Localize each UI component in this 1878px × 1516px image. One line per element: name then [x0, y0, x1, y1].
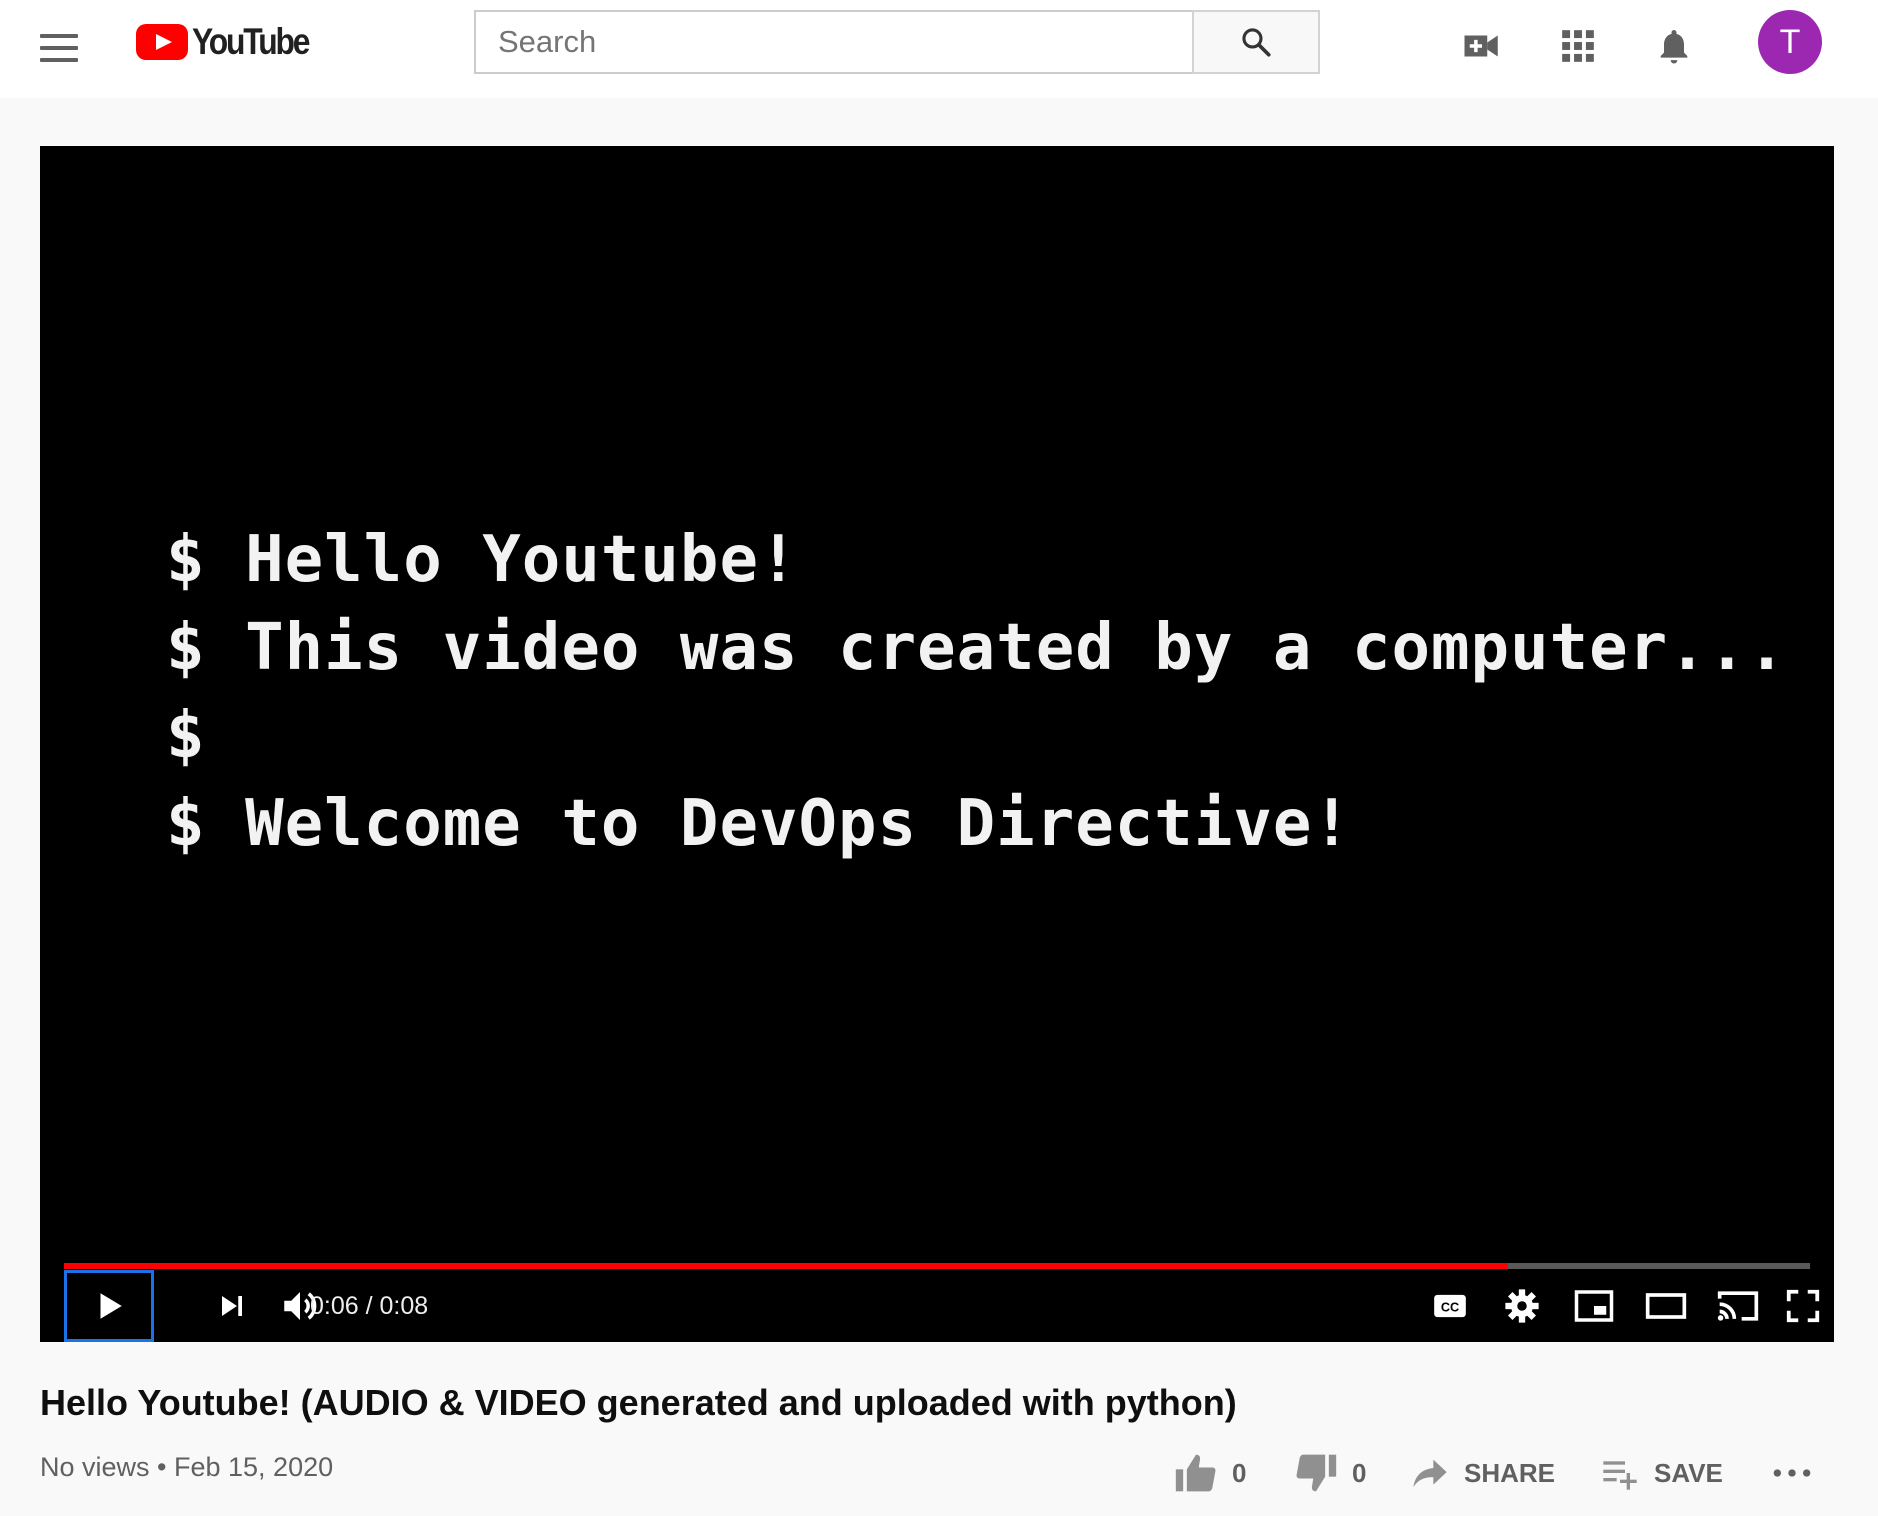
save-label: SAVE [1654, 1457, 1723, 1488]
create-video-icon [1464, 35, 1498, 57]
more-options-button[interactable] [1770, 1448, 1814, 1498]
dislike-count: 0 [1352, 1457, 1367, 1488]
fullscreen-icon [1786, 1289, 1820, 1323]
cast-icon [1717, 1291, 1759, 1321]
settings-gear-icon [1505, 1289, 1539, 1323]
menu-icon[interactable] [40, 24, 88, 72]
video-title: Hello Youtube! (AUDIO & VIDEO generated … [40, 1382, 1237, 1423]
thumbs-down-icon [1296, 1454, 1337, 1492]
apps-grid-icon [1562, 30, 1594, 62]
video-player[interactable]: $ Hello Youtube! $ This video was created… [40, 146, 1834, 1342]
save-button[interactable]: SAVE [1600, 1448, 1723, 1498]
fullscreen-button[interactable] [1778, 1270, 1828, 1342]
svg-text:CC: CC [1441, 1301, 1459, 1315]
video-meta: No views • Feb 15, 2020 [40, 1452, 334, 1482]
avatar[interactable]: T [1758, 10, 1822, 74]
theater-mode-icon [1645, 1293, 1687, 1319]
share-arrow-icon [1413, 1459, 1447, 1488]
theater-mode-button[interactable] [1634, 1270, 1698, 1342]
apps-button[interactable] [1554, 22, 1602, 70]
player-controls: 0:06 / 0:08 CC [40, 1270, 1834, 1342]
youtube-logo[interactable]: YouTube [136, 21, 327, 62]
search-box [474, 10, 1192, 74]
captions-icon: CC [1434, 1294, 1466, 1318]
video-frame-text: $ Hello Youtube! $ This video was created… [166, 516, 1787, 868]
masthead: YouTube T [0, 0, 1878, 98]
search-icon [1242, 28, 1271, 57]
dislike-button[interactable]: 0 [1294, 1448, 1366, 1498]
captions-button[interactable]: CC [1418, 1270, 1482, 1342]
miniplayer-icon [1574, 1290, 1614, 1322]
share-button[interactable]: SHARE [1410, 1448, 1555, 1498]
like-count: 0 [1232, 1457, 1247, 1488]
next-button[interactable] [200, 1270, 264, 1342]
settings-button[interactable] [1490, 1270, 1554, 1342]
notifications-button[interactable] [1650, 22, 1698, 70]
create-video-button[interactable] [1458, 22, 1506, 70]
video-text-line: $ [166, 699, 206, 773]
next-icon [222, 1296, 242, 1316]
play-icon [100, 1293, 122, 1319]
video-text-line: $ This video was created by a computer..… [166, 611, 1787, 685]
search-button[interactable] [1192, 10, 1320, 74]
notifications-bell-icon [1660, 30, 1688, 64]
thumbs-up-icon [1175, 1454, 1216, 1492]
more-options-icon [1773, 1469, 1811, 1477]
logo-text: YouTube [192, 21, 310, 62]
video-text-line: $ Welcome to DevOps Directive! [166, 787, 1352, 861]
video-text-line: $ Hello Youtube! [166, 523, 799, 597]
like-button[interactable]: 0 [1174, 1448, 1246, 1498]
share-label: SHARE [1464, 1457, 1556, 1488]
time-display: 0:06 / 0:08 [310, 1291, 429, 1320]
progress-bar[interactable] [64, 1263, 1810, 1269]
cast-button[interactable] [1706, 1270, 1770, 1342]
search-input[interactable] [476, 12, 1192, 72]
youtube-logo-icon [136, 24, 188, 60]
save-playlist-icon [1603, 1461, 1637, 1490]
play-button[interactable] [64, 1270, 154, 1342]
miniplayer-button[interactable] [1562, 1270, 1626, 1342]
progress-played [64, 1263, 1508, 1269]
